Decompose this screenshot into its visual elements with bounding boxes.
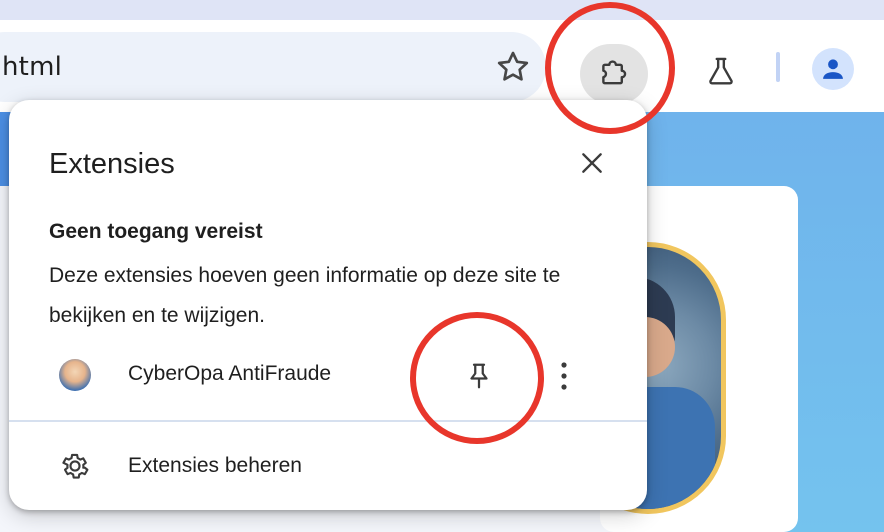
section-heading: Geen toegang vereist [49,220,263,243]
annotation-ring-extensions [545,2,675,134]
popup-divider [9,420,647,422]
more-options-button[interactable] [549,356,579,396]
flask-icon [709,57,733,85]
manage-extensions-label: Extensies beheren [128,454,302,477]
popup-title: Extensies [49,148,175,180]
extensions-popup: Extensies Geen toegang vereist Deze exte… [9,100,647,510]
section-description: Deze extensies hoeven geen informatie op… [49,264,561,327]
gear-icon [62,453,89,479]
bookmark-star-icon[interactable] [493,47,533,87]
labs-button[interactable] [698,48,744,94]
account-icon [823,59,843,79]
annotation-ring-pin [410,312,544,444]
close-button[interactable] [575,146,609,180]
cyberopa-logo [59,359,91,391]
manage-extensions-item[interactable]: Extensies beheren [49,442,609,488]
close-icon [582,153,602,173]
toolbar-divider [776,52,780,82]
more-vert-icon [561,362,567,390]
profile-avatar-button[interactable] [812,48,854,90]
extension-name: CyberOpa AntiFraude [128,362,332,385]
browser-toolbar: html [0,20,884,112]
address-bar[interactable]: html [0,32,546,102]
address-bar-url: html [2,52,63,82]
tab-strip [0,0,884,20]
